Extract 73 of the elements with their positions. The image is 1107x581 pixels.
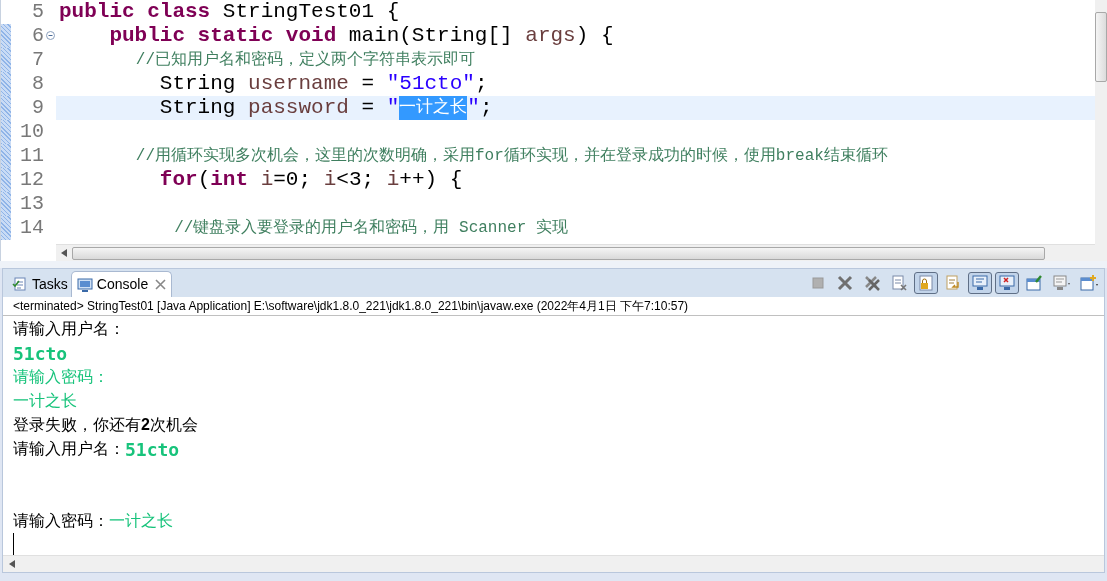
monitor-message-button[interactable]: [968, 272, 992, 295]
line-number: 7: [32, 47, 44, 73]
line-number: 10: [20, 119, 44, 145]
code-text: ;: [474, 72, 488, 96]
code-comment: //用循环实现多次机会，这里的次数明确，采用for循环实现，并在登录成功的时候，使用break结束循环: [134, 145, 888, 167]
lock-button[interactable]: [914, 272, 938, 295]
line-number: 13: [20, 191, 44, 217]
code-text: (: [197, 168, 211, 192]
typed-text: 51cto: [13, 341, 68, 366]
close-icon[interactable]: [155, 279, 167, 291]
code-text: ) {: [575, 24, 614, 48]
typed-text: 51cto: [125, 437, 180, 462]
output-text: 请输入密码：: [13, 511, 109, 532]
remove-all-icon: [862, 274, 882, 293]
output-text: 请输入用户名：: [13, 439, 125, 460]
line-number: 8: [32, 71, 44, 97]
code-text: ;: [479, 96, 493, 120]
text-cursor: [13, 533, 14, 556]
scroll-left-icon[interactable]: [9, 560, 15, 569]
output-text: 登录失败，你还有2次机会: [13, 415, 198, 436]
monitor-message-icon: [970, 274, 990, 293]
lock-icon: [916, 274, 936, 293]
code-comment: //已知用户名和密码，定义两个字符串表示即可: [134, 49, 475, 71]
code-text: StringTest01 {: [221, 0, 400, 24]
tasks-tab[interactable]: Tasks: [9, 271, 71, 298]
clear-console-icon: [889, 274, 909, 293]
monitor-error-button[interactable]: [995, 272, 1019, 295]
code-text: =0;: [273, 168, 313, 192]
launch-description: <terminated> StringTest01 [Java Application] E:\software\jdk1.8.0_221\jdk1.8.0_221\bin\javaw.exe (2022年4月1日 下午7:10:57): [3, 297, 1104, 317]
console-tab[interactable]: Console: [70, 271, 173, 298]
code-text: for: [158, 168, 198, 192]
code-text: main(String[]: [347, 24, 514, 48]
horizontal-scrollbar[interactable]: [56, 244, 1095, 262]
collapse-icon[interactable]: [46, 31, 55, 40]
monitor-error-icon: [997, 274, 1017, 293]
code-text: =: [360, 96, 376, 120]
line-number: 6: [32, 23, 44, 49]
code-text: password: [248, 96, 349, 120]
code-text: ": [467, 96, 480, 120]
code-text: i: [323, 168, 337, 192]
code-comment: //键盘录入要登录的用户名和密码，用 Scanner 实现: [173, 217, 568, 239]
code-text: String: [158, 96, 237, 120]
code-text: "51cto": [386, 72, 475, 96]
code-text: i: [386, 168, 400, 192]
vertical-scrollbar[interactable]: [1095, 0, 1107, 262]
remove-icon: [835, 274, 855, 293]
code-text: int: [210, 168, 250, 192]
line-number: 9: [32, 95, 44, 121]
code-text: i: [260, 168, 274, 192]
code-text: args: [525, 24, 576, 48]
output-text: 请输入用户名：: [13, 319, 125, 340]
typed-text: 一计之长: [109, 511, 173, 532]
monitor-icon: [76, 276, 93, 293]
typed-text: 一计之长: [13, 391, 77, 412]
code-text: ++) {: [399, 168, 463, 192]
line-number: 11: [20, 143, 44, 169]
code-text: String: [158, 72, 237, 96]
code-text: public class: [59, 0, 211, 24]
typed-text: 请输入密码：: [13, 367, 109, 388]
selected-text: 一计之长: [399, 96, 468, 120]
pin-icon: [1024, 274, 1044, 293]
code-text: public static void: [108, 24, 337, 48]
checklist-icon: [12, 276, 28, 293]
scroll-left-icon[interactable]: [61, 249, 67, 258]
line-number: 14: [20, 215, 44, 241]
horizontal-scrollbar[interactable]: [3, 555, 1104, 573]
code-text: username: [248, 72, 349, 96]
line-number: 12: [20, 167, 44, 193]
line-number: 5: [32, 0, 44, 25]
monitor-dropdown-icon: [1051, 274, 1071, 293]
new-window-icon: [1078, 274, 1098, 293]
code-text: <3;: [336, 168, 376, 192]
code-text: =: [360, 72, 376, 96]
